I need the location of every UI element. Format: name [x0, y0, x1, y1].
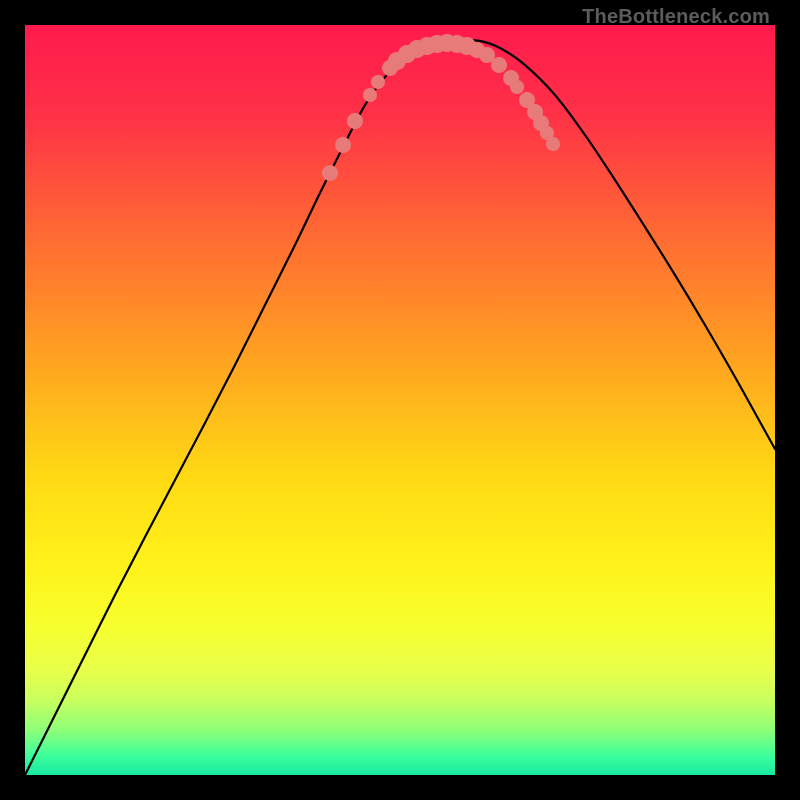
plot-area	[25, 25, 775, 775]
marker-point	[347, 113, 363, 129]
chart-frame: TheBottleneck.com	[0, 0, 800, 800]
bottleneck-curve	[25, 40, 775, 775]
highlight-markers	[322, 34, 560, 181]
marker-point	[510, 80, 524, 94]
marker-point	[363, 88, 377, 102]
watermark-text: TheBottleneck.com	[582, 6, 770, 29]
marker-point	[371, 75, 385, 89]
marker-point	[546, 137, 560, 151]
marker-point	[491, 57, 507, 73]
marker-point	[335, 137, 351, 153]
marker-point	[322, 165, 338, 181]
curve-layer	[25, 25, 775, 775]
